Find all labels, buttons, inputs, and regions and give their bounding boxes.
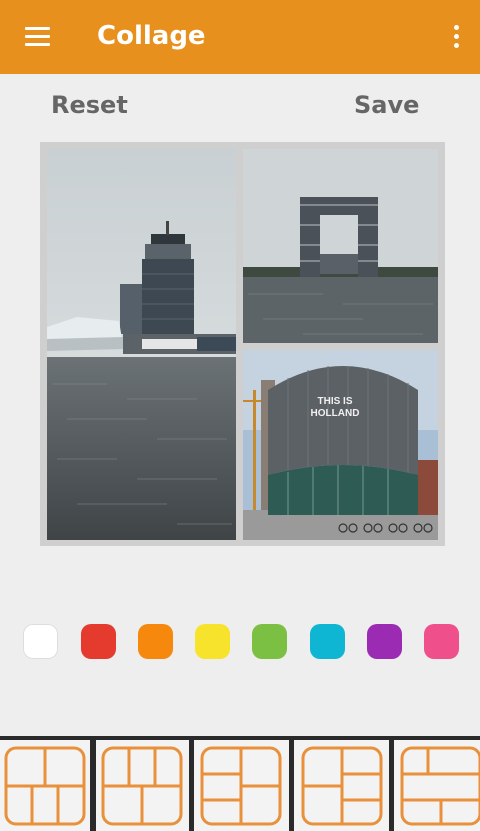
layout-option-5[interactable]: [394, 740, 480, 831]
round-building-photo: THIS IS HOLLAND: [243, 350, 438, 540]
layout-grid-1-icon: [4, 746, 86, 826]
svg-text:HOLLAND: HOLLAND: [311, 408, 360, 419]
color-swatch-red[interactable]: [81, 624, 116, 659]
app-title: Collage: [97, 21, 206, 51]
color-swatch-cyan[interactable]: [310, 624, 345, 659]
svg-text:THIS IS: THIS IS: [317, 396, 352, 407]
layout-option-3[interactable]: [194, 740, 289, 831]
layout-grid-5-icon: [400, 746, 480, 826]
layout-option-1[interactable]: [0, 740, 90, 831]
collage-cell-left[interactable]: [47, 149, 236, 540]
app-bar: Collage: [0, 0, 480, 74]
color-swatch-yellow[interactable]: [195, 624, 230, 659]
more-vert-icon[interactable]: [440, 17, 474, 57]
gate-building-photo: [243, 149, 438, 343]
collage-cell-top-right[interactable]: [243, 149, 438, 343]
reset-button[interactable]: Reset: [51, 88, 128, 122]
harbor-tower-photo: [47, 149, 236, 540]
color-swatch-green[interactable]: [252, 624, 287, 659]
color-swatch-purple[interactable]: [367, 624, 402, 659]
color-swatch-pink[interactable]: [424, 624, 459, 659]
collage-frame: THIS IS HOLLAND: [40, 142, 445, 546]
color-swatch-orange[interactable]: [138, 624, 173, 659]
color-swatch-white[interactable]: [23, 624, 58, 659]
layout-option-2[interactable]: [96, 740, 189, 831]
collage-cell-bottom-right[interactable]: THIS IS HOLLAND: [243, 350, 438, 540]
layout-grid-4-icon: [301, 746, 383, 826]
layout-grid-2-icon: [101, 746, 183, 826]
hamburger-menu-icon[interactable]: [14, 17, 62, 57]
save-button[interactable]: Save: [354, 88, 419, 122]
layout-grid-3-icon: [200, 746, 282, 826]
layout-option-4[interactable]: [294, 740, 389, 831]
